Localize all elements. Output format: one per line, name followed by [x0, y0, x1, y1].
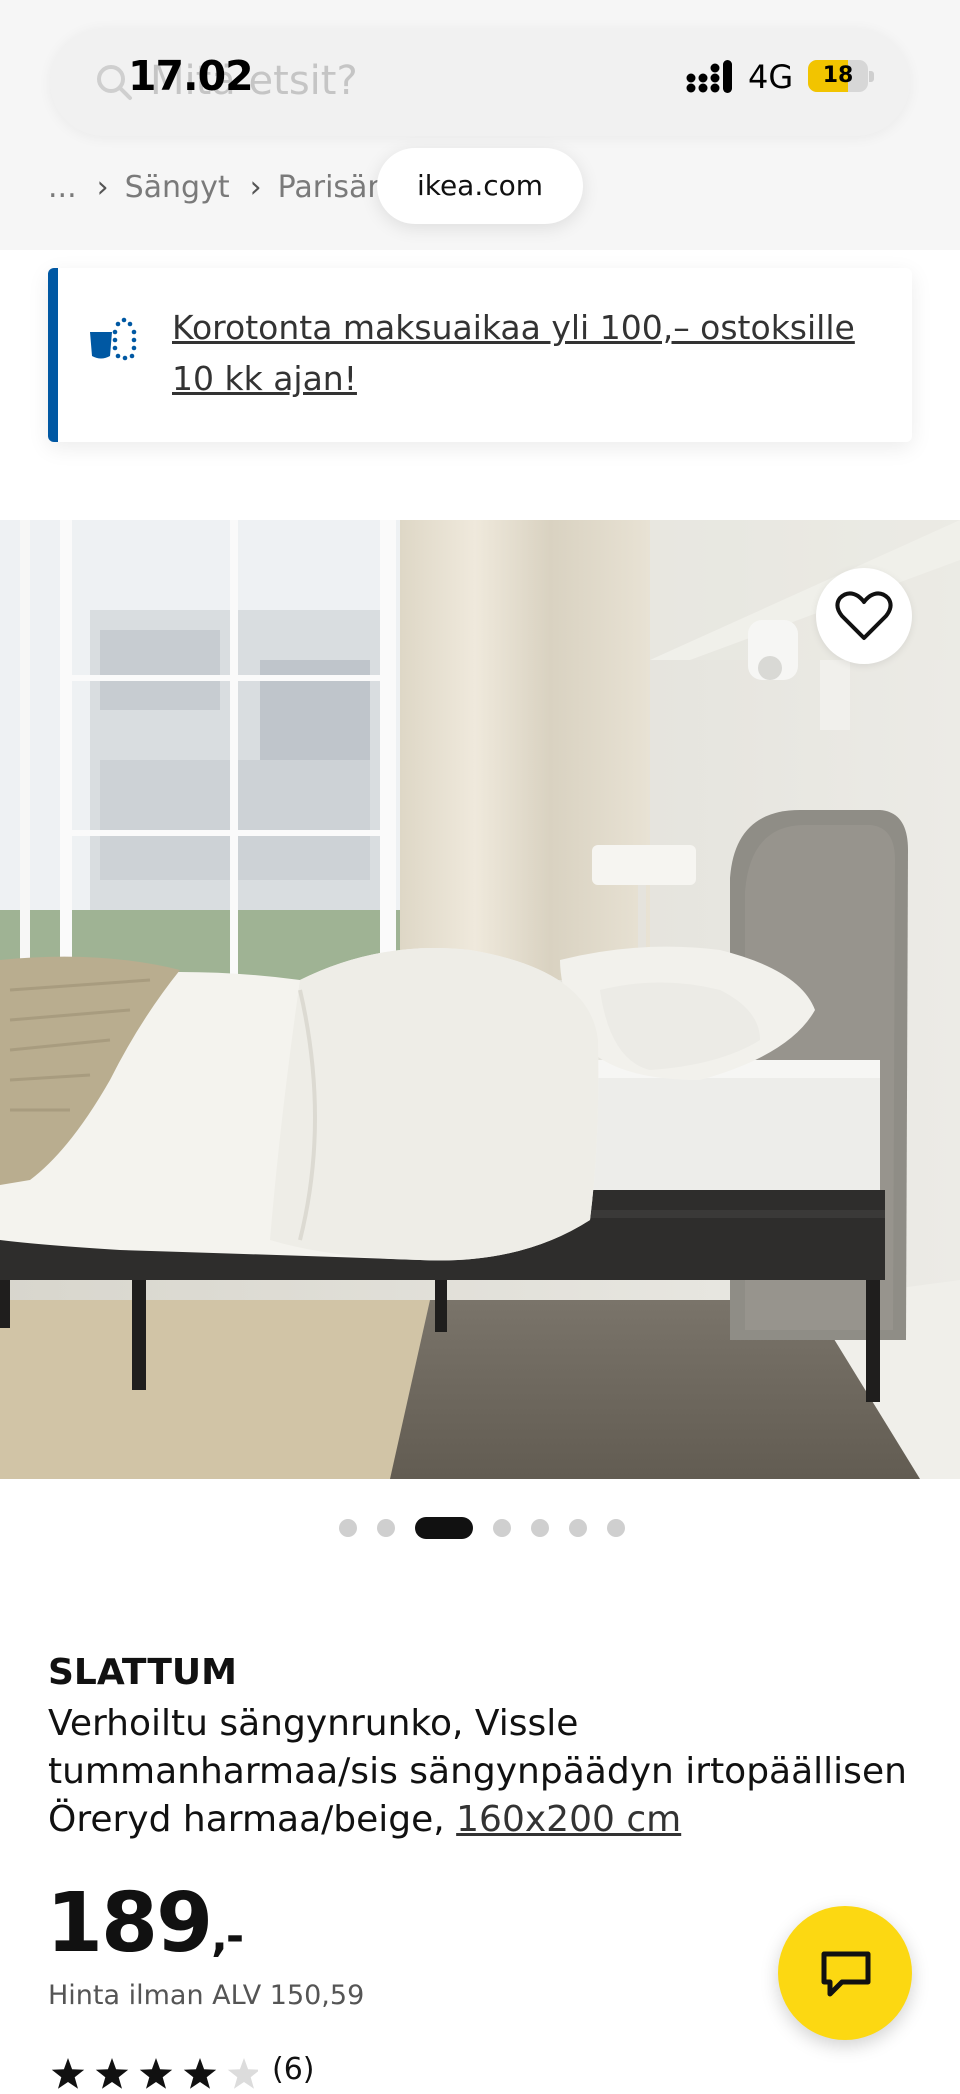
- battery-percent: 18: [822, 63, 854, 88]
- banner-accent-bar: [48, 268, 58, 442]
- chat-button[interactable]: [778, 1906, 912, 2040]
- chat-icon: [821, 1951, 871, 1997]
- star-filled-icon: [51, 2058, 85, 2089]
- url-pill[interactable]: ikea.com: [377, 148, 583, 224]
- product-size-link[interactable]: 160x200 cm: [456, 1799, 681, 1840]
- pagination-dot[interactable]: [531, 1519, 549, 1537]
- chevron-right-icon: ›: [96, 170, 109, 205]
- rating-stars[interactable]: [48, 2054, 258, 2094]
- pagination-dot[interactable]: [377, 1519, 395, 1537]
- price-value: 189: [46, 1876, 213, 1971]
- battery-tip: [869, 71, 874, 82]
- gallery-pagination: [0, 1516, 960, 1540]
- pagination-dot[interactable]: [569, 1519, 587, 1537]
- payment-icon: [90, 317, 137, 361]
- review-count[interactable]: (6): [272, 2052, 315, 2087]
- breadcrumb: ... › Sängyt › Parisäng: [48, 170, 417, 205]
- star-filled-icon: [139, 2058, 173, 2089]
- signal-icon: [686, 60, 732, 93]
- product-price: 189,-: [46, 1876, 244, 1971]
- product-description: Verhoiltu sängynrunko, Vissle tummanharm…: [48, 1700, 928, 1844]
- breadcrumb-sangyt[interactable]: Sängyt: [125, 170, 230, 205]
- price-without-vat: Hinta ilman ALV 150,59: [48, 1980, 365, 2011]
- chevron-right-icon: ›: [249, 170, 262, 205]
- pagination-dot[interactable]: [339, 1519, 357, 1537]
- pagination-dot[interactable]: [493, 1519, 511, 1537]
- battery-icon: 18: [808, 60, 868, 92]
- star-filled-icon: [95, 2058, 129, 2089]
- payment-banner[interactable]: Korotonta maksuaikaa yli 100,– ostoksill…: [48, 268, 912, 442]
- pagination-dot[interactable]: [607, 1519, 625, 1537]
- banner-link[interactable]: Korotonta maksuaikaa yli 100,– ostoksill…: [172, 302, 882, 404]
- star-empty-icon: [227, 2058, 258, 2089]
- network-type: 4G: [748, 58, 794, 96]
- product-brand: SLATTUM: [48, 1652, 237, 1693]
- breadcrumb-ellipsis[interactable]: ...: [48, 170, 77, 205]
- star-filled-icon: [183, 2058, 217, 2089]
- heart-icon: [835, 591, 893, 640]
- price-suffix: ,-: [211, 1911, 244, 1962]
- status-time: 17.02: [128, 52, 254, 100]
- favourite-button[interactable]: [816, 568, 912, 664]
- pagination-dot-active[interactable]: [415, 1517, 473, 1539]
